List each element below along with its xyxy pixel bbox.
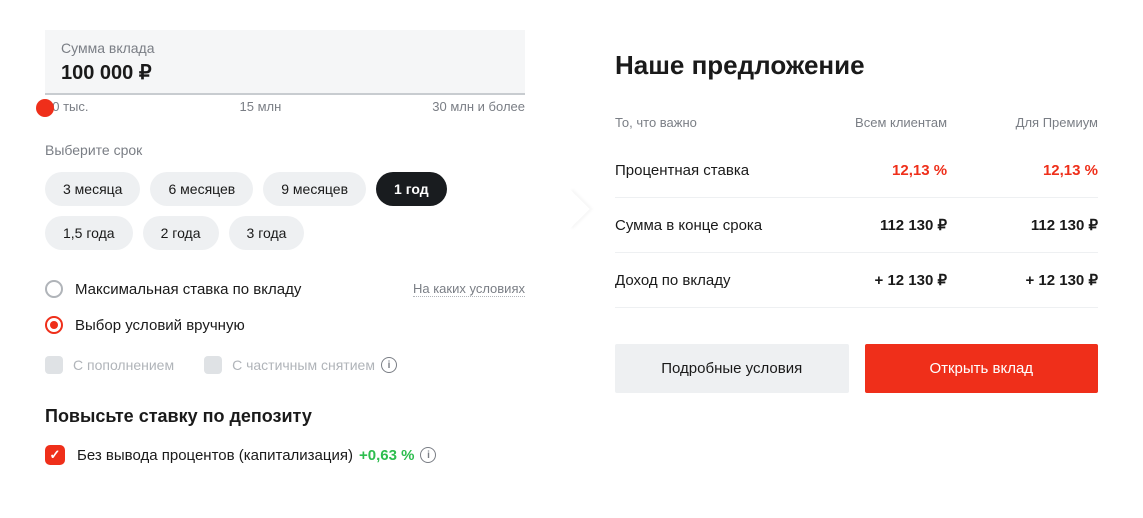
checkbox-partial[interactable]: [204, 356, 222, 374]
info-icon[interactable]: i: [420, 447, 436, 463]
open-deposit-button[interactable]: Открыть вклад: [865, 344, 1099, 393]
slider-mid-label: 15 млн: [240, 99, 282, 114]
checkbox-replenish[interactable]: [45, 356, 63, 374]
col-important: То, что важно: [615, 115, 796, 130]
term-pill[interactable]: 3 года: [229, 216, 305, 250]
checkbox-capitalization[interactable]: [45, 445, 65, 465]
capitalization-label: Без вывода процентов (капитализация): [77, 447, 353, 464]
amount-label: Сумма вклада: [61, 40, 509, 56]
conditions-link[interactable]: На каких условиях: [413, 281, 525, 297]
amount-value: 100 000 ₽: [61, 60, 509, 85]
row-label: Процентная ставка: [615, 162, 796, 179]
table-row: Сумма в конце срока112 130 ₽112 130 ₽: [615, 198, 1098, 253]
table-row: Процентная ставка12,13 %12,13 %: [615, 144, 1098, 198]
capitalization-bonus: +0,63 %: [359, 447, 414, 464]
term-pill[interactable]: 6 месяцев: [150, 172, 253, 206]
checkbox-replenish-label: С пополнением: [73, 357, 174, 373]
radio-manual[interactable]: [45, 316, 63, 334]
amount-slider-handle[interactable]: [36, 99, 54, 117]
row-value-all: + 12 130 ₽: [796, 271, 947, 289]
term-pill[interactable]: 2 года: [143, 216, 219, 250]
offer-title: Наше предложение: [615, 50, 1098, 81]
radio-manual-label: Выбор условий вручную: [75, 317, 245, 334]
row-value-premium: 12,13 %: [947, 162, 1098, 179]
col-all-clients: Всем клиентам: [796, 115, 947, 130]
row-label: Сумма в конце срока: [615, 217, 796, 234]
term-pill[interactable]: 1 год: [376, 172, 447, 206]
details-button[interactable]: Подробные условия: [615, 344, 849, 393]
col-premium: Для Премиум: [947, 115, 1098, 130]
term-section-label: Выберите срок: [45, 142, 525, 158]
row-label: Доход по вкладу: [615, 272, 796, 289]
row-value-premium: + 12 130 ₽: [947, 271, 1098, 289]
radio-max-rate[interactable]: [45, 280, 63, 298]
term-pills: 3 месяца 6 месяцев 9 месяцев 1 год 1,5 года 2…: [45, 172, 525, 250]
term-pill[interactable]: 9 месяцев: [263, 172, 366, 206]
boost-title: Повысьте ставку по депозиту: [45, 406, 525, 427]
term-pill[interactable]: 3 месяца: [45, 172, 140, 206]
slider-max-label: 30 млн и более: [432, 99, 525, 114]
term-pill[interactable]: 1,5 года: [45, 216, 133, 250]
info-icon[interactable]: i: [381, 357, 397, 373]
row-value-premium: 112 130 ₽: [947, 216, 1098, 234]
row-value-all: 12,13 %: [796, 162, 947, 179]
checkbox-partial-label: С частичным снятием: [232, 357, 375, 373]
table-row: Доход по вкладу+ 12 130 ₽+ 12 130 ₽: [615, 253, 1098, 308]
radio-max-rate-label: Максимальная ставка по вкладу: [75, 281, 301, 298]
amount-input-box[interactable]: Сумма вклада 100 000 ₽: [45, 30, 525, 95]
row-value-all: 112 130 ₽: [796, 216, 947, 234]
